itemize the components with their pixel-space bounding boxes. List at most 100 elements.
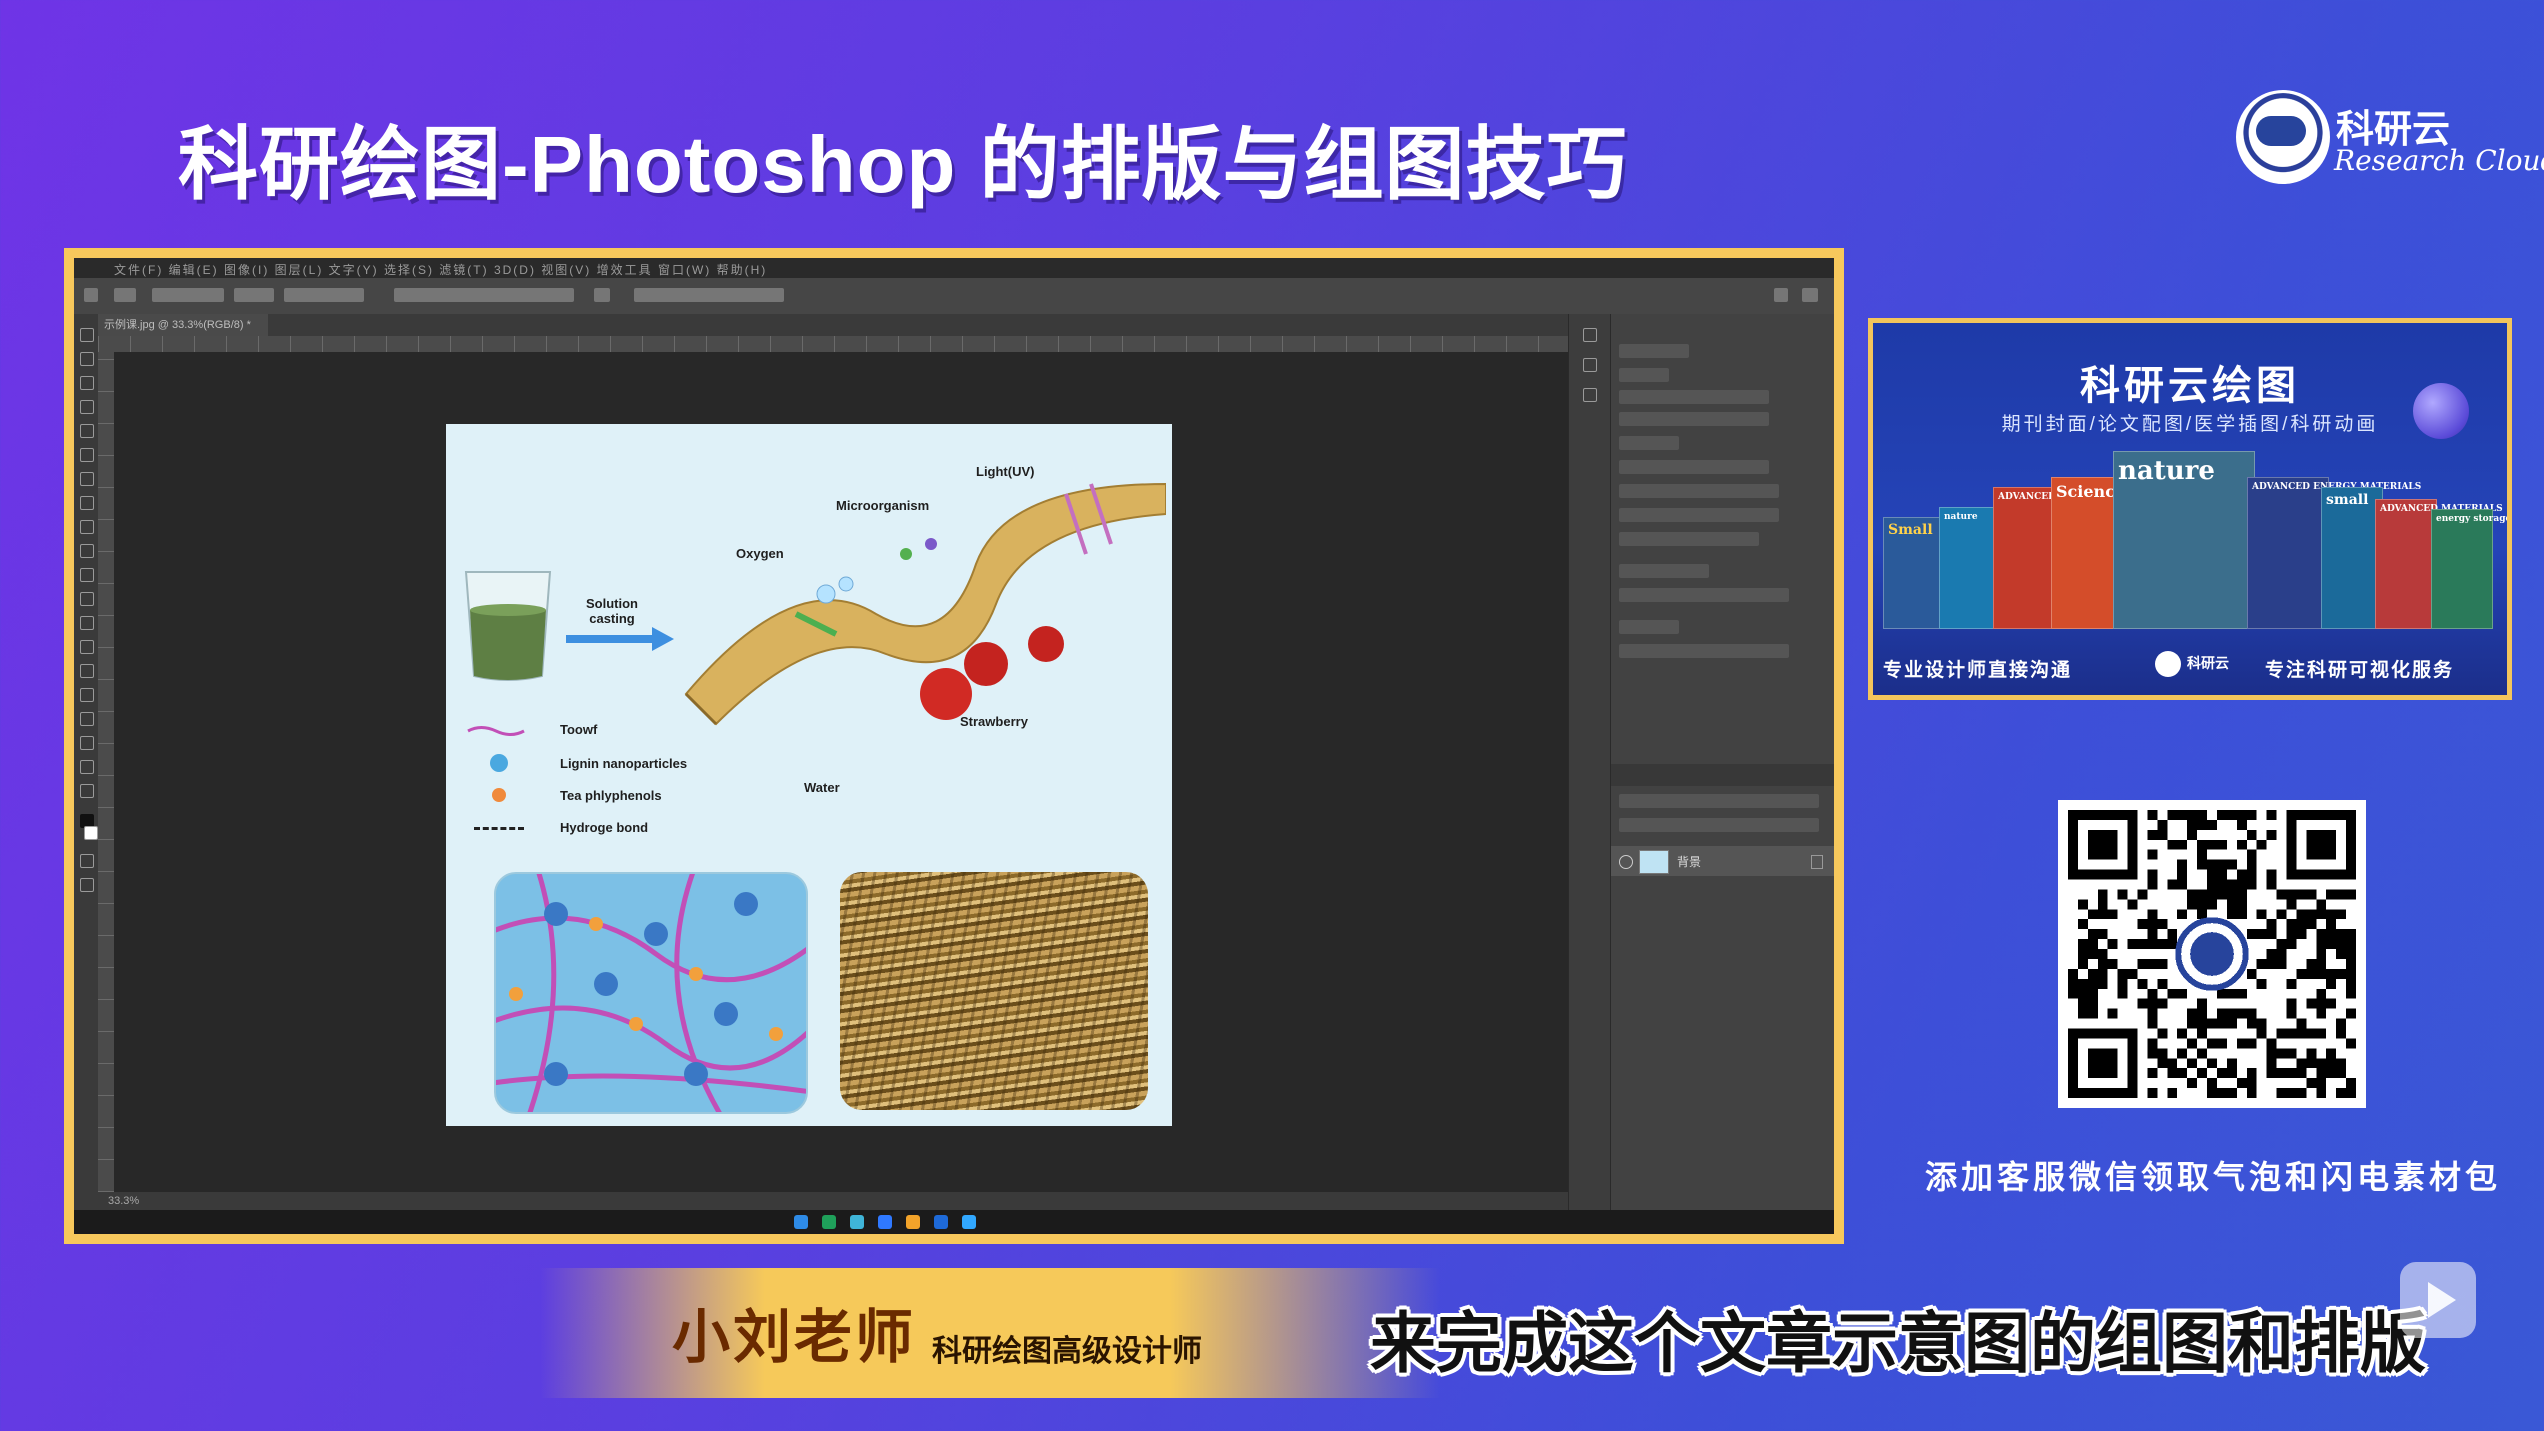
- fill-row[interactable]: [1619, 532, 1759, 546]
- promo-title: 科研云绘图: [2080, 364, 2300, 408]
- stamp-icon[interactable]: [80, 520, 94, 534]
- menu-items[interactable]: 文件(F) 编辑(E) 图像(I) 图层(L) 文字(Y) 选择(S) 滤镜(T…: [114, 261, 767, 278]
- document-tab[interactable]: 示例课.jpg @ 33.3%(RGB/8) *: [98, 314, 268, 336]
- layer-filter-row[interactable]: [1619, 794, 1819, 808]
- taskbar-app-icon[interactable]: [934, 1215, 948, 1229]
- properties-panel: 背景: [1610, 314, 1834, 1210]
- layer-name[interactable]: 背景: [1677, 853, 1701, 870]
- 3d-mode-buttons[interactable]: [634, 288, 784, 302]
- taskbar-app-icon[interactable]: [878, 1215, 892, 1229]
- film-texture-panel: [840, 872, 1148, 1110]
- promo-tagline-right: 专注科研可视化服务: [2265, 660, 2455, 681]
- zoom-icon[interactable]: [80, 784, 94, 798]
- taskbar-app-icon[interactable]: [906, 1215, 920, 1229]
- brush-settings-icon[interactable]: [1583, 358, 1597, 372]
- label-strawberry: Strawberry: [960, 714, 1028, 729]
- guide-buttons[interactable]: [1619, 644, 1789, 658]
- legend-label: Hydroge bond: [560, 820, 649, 835]
- gradient-icon[interactable]: [80, 592, 94, 606]
- vertical-ruler[interactable]: [98, 352, 114, 1192]
- blend-mode-row[interactable]: [1619, 818, 1819, 832]
- film-illustration: [684, 482, 1166, 726]
- layers-tabs[interactable]: [1611, 764, 1834, 786]
- horizontal-ruler[interactable]: [98, 336, 1568, 352]
- healing-icon[interactable]: [80, 472, 94, 486]
- history-brush-icon[interactable]: [80, 544, 94, 558]
- grid-buttons[interactable]: [1619, 588, 1789, 602]
- eyedropper-icon[interactable]: [80, 448, 94, 462]
- quick-mask-icon[interactable]: [80, 854, 94, 868]
- circle-legend-icon: [490, 754, 508, 772]
- journal-cover: ADVANCED ENERGY MATERIALS: [2247, 477, 2421, 629]
- blur-icon[interactable]: [80, 616, 94, 630]
- pen-icon[interactable]: [80, 664, 94, 678]
- layer-dropdown[interactable]: [234, 288, 274, 302]
- auto-select-checkbox[interactable]: [152, 288, 224, 302]
- zoom-level[interactable]: 33.3%: [108, 1195, 139, 1207]
- more-icon[interactable]: [594, 288, 610, 302]
- panel-icon-strip: [1568, 314, 1611, 1210]
- background-color-swatch[interactable]: [84, 826, 98, 840]
- taskbar-app-icon[interactable]: [822, 1215, 836, 1229]
- orientation-buttons[interactable]: [1619, 436, 1679, 450]
- journal-cover: energy storage materials: [2431, 509, 2507, 629]
- promo-tagline-left: 专业设计师直接沟通: [1883, 660, 2073, 681]
- layer-row-background[interactable]: 背景: [1611, 846, 1834, 876]
- home-icon[interactable]: [84, 288, 98, 302]
- guides-section[interactable]: [1619, 620, 1679, 634]
- eye-icon[interactable]: [1619, 855, 1633, 869]
- options-bar[interactable]: [74, 278, 1834, 315]
- crop-icon[interactable]: [80, 424, 94, 438]
- dodge-icon[interactable]: [80, 640, 94, 654]
- screen-mode-icon[interactable]: [80, 878, 94, 892]
- taskbar-app-icon[interactable]: [850, 1215, 864, 1229]
- search-icon[interactable]: [1774, 288, 1788, 302]
- shape-icon[interactable]: [80, 736, 94, 750]
- wave-legend-icon: [467, 726, 525, 736]
- height-field[interactable]: [1619, 412, 1769, 426]
- photoshop-taskbar-icon[interactable]: [962, 1215, 976, 1229]
- lock-icon: [1811, 855, 1823, 869]
- label-solution-casting: Solution casting: [586, 596, 638, 626]
- transform-controls-checkbox[interactable]: [284, 288, 364, 302]
- document-row[interactable]: [1619, 344, 1689, 358]
- wechat-qr-code[interactable]: [2058, 800, 2366, 1108]
- journal-cover: ADVANCED MATERIALS: [2375, 499, 2503, 629]
- eraser-icon[interactable]: [80, 568, 94, 582]
- bit-depth-select[interactable]: [1619, 508, 1779, 522]
- rulers-grid-section[interactable]: [1619, 564, 1709, 578]
- history-icon[interactable]: [1583, 328, 1597, 342]
- texture-overlay: [840, 872, 1148, 1110]
- logo-text-en: Research Cloud: [2334, 144, 2544, 177]
- journal-cover: small: [2321, 487, 2383, 629]
- microstructure-panel: [494, 872, 808, 1114]
- taskbar-app-icon[interactable]: [794, 1215, 808, 1229]
- text-icon[interactable]: [80, 688, 94, 702]
- label-light: Light(UV): [976, 464, 1035, 479]
- qr-caption: 添加客服微信领取气泡和闪电素材包: [1924, 1159, 2501, 1195]
- quick-select-icon[interactable]: [80, 400, 94, 414]
- canvas-section[interactable]: [1619, 368, 1669, 382]
- character-icon[interactable]: [1583, 388, 1597, 402]
- beaker-illustration: [464, 571, 552, 681]
- width-field[interactable]: [1619, 390, 1769, 404]
- label-oxygen: Oxygen: [736, 546, 784, 561]
- lasso-icon[interactable]: [80, 376, 94, 390]
- layer-thumbnail: [1639, 850, 1669, 874]
- brush-icon[interactable]: [80, 496, 94, 510]
- hand-icon[interactable]: [80, 760, 94, 774]
- qr-code-icon: [2068, 810, 2356, 1098]
- menu-bar[interactable]: 文件(F) 编辑(E) 图像(I) 图层(L) 文字(Y) 选择(S) 滤镜(T…: [74, 258, 1834, 278]
- move-icon[interactable]: [80, 328, 94, 342]
- cloud-icon: [2256, 116, 2306, 146]
- mode-select[interactable]: [1619, 484, 1779, 498]
- marquee-icon[interactable]: [80, 352, 94, 366]
- align-buttons[interactable]: [394, 288, 574, 302]
- path-select-icon[interactable]: [80, 712, 94, 726]
- workspace-icon[interactable]: [1802, 288, 1818, 302]
- document-tabs: 示例课.jpg @ 33.3%(RGB/8) *: [98, 314, 1568, 336]
- resolution-row[interactable]: [1619, 460, 1769, 474]
- promo-card[interactable]: 科研云绘图 期刊封面/论文配图/医学插图/科研动画 Small nature A…: [1868, 318, 2512, 700]
- windows-taskbar: [74, 1210, 1834, 1234]
- move-tool-icon[interactable]: [114, 288, 136, 302]
